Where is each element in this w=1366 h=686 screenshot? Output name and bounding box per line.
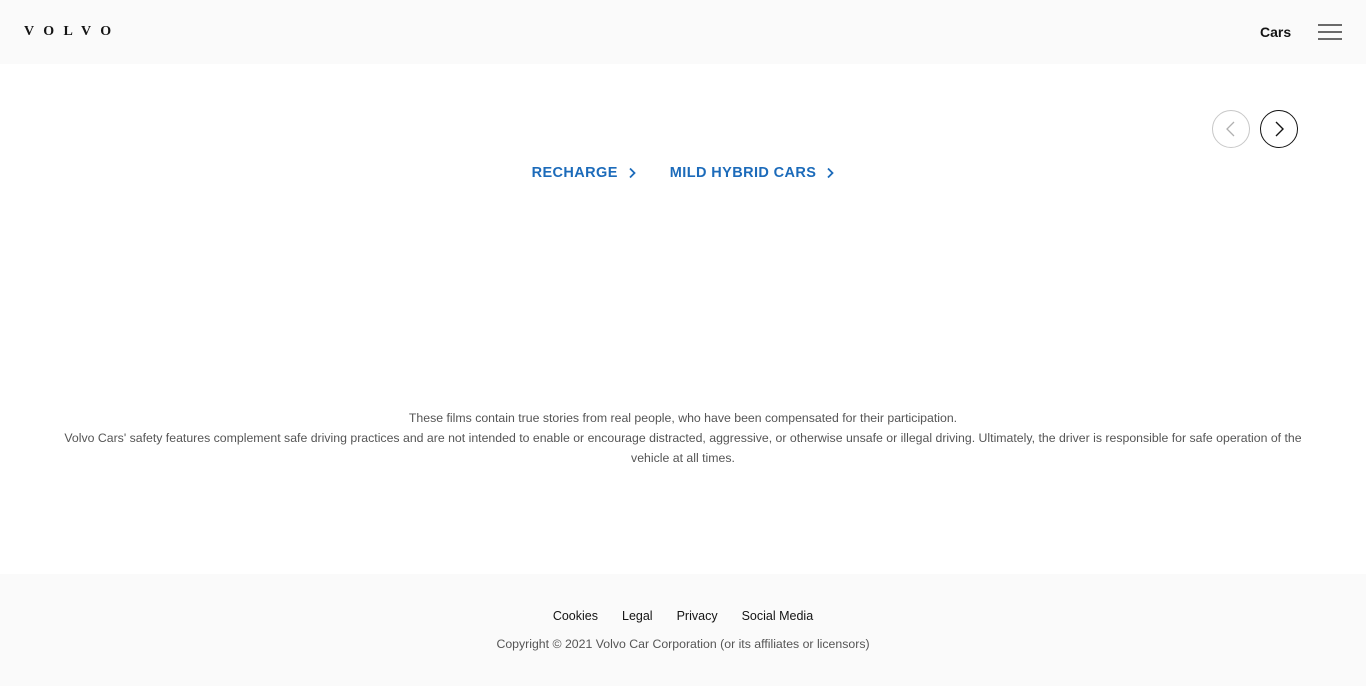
- mild-hybrid-cars-link-label: MILD HYBRID CARS: [669, 165, 817, 181]
- menu-button[interactable]: [1318, 22, 1342, 42]
- site-footer: Cookies Legal Privacy Social Media Copyr…: [0, 574, 1366, 686]
- nav-cars-link[interactable]: Cars: [1260, 23, 1291, 41]
- recharge-link[interactable]: RECHARGE: [532, 164, 636, 182]
- safety-disclaimer: These films contain true stories from re…: [60, 408, 1306, 468]
- disclaimer-safety-text: Volvo Cars' safety features complement s…: [64, 431, 1302, 465]
- recharge-link-label: RECHARGE: [531, 165, 618, 181]
- hamburger-menu-icon: [1318, 24, 1342, 40]
- chevron-right-icon: [1275, 121, 1284, 137]
- footer-links: Cookies Legal Privacy Social Media: [0, 608, 1366, 624]
- chevron-left-icon: [1226, 121, 1235, 137]
- disclaimer-compensation-text: These films contain true stories from re…: [408, 411, 958, 425]
- footer-link-privacy[interactable]: Privacy: [677, 608, 718, 624]
- footer-link-social-media[interactable]: Social Media: [742, 608, 814, 624]
- chevron-right-icon: [629, 167, 636, 179]
- footer-link-legal[interactable]: Legal: [622, 608, 653, 624]
- volvo-logo[interactable]: VOLVO: [24, 24, 121, 40]
- mild-hybrid-cars-link[interactable]: MILD HYBRID CARS: [670, 164, 835, 182]
- chevron-right-icon: [827, 167, 835, 179]
- copyright-text: Copyright © 2021 Volvo Car Corporation (…: [496, 637, 870, 651]
- site-header: VOLVO Cars: [0, 0, 1366, 64]
- carousel-next-button[interactable]: [1260, 110, 1298, 148]
- carousel-prev-button[interactable]: [1212, 110, 1250, 148]
- footer-link-cookies[interactable]: Cookies: [553, 608, 598, 624]
- category-links: RECHARGE MILD HYBRID CARS: [0, 164, 1366, 182]
